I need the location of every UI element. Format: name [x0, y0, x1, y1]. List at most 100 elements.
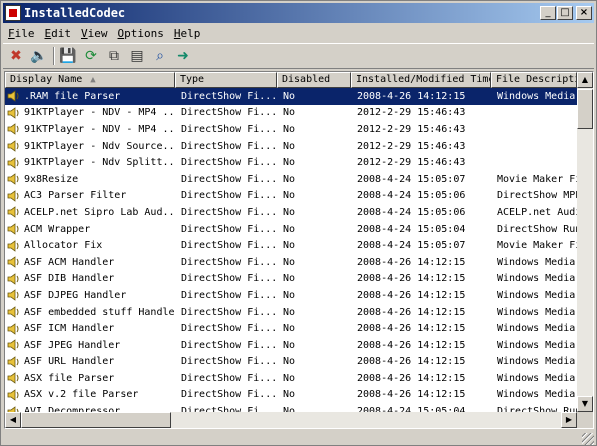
codec-list[interactable]: Display Name ▲ Type Disabled Installed/Modif… — [4, 71, 594, 429]
exit-icon[interactable]: ➜ — [173, 46, 193, 66]
menu-file[interactable]: File — [3, 27, 40, 40]
minimize-button[interactable]: _ — [540, 6, 556, 20]
table-row[interactable]: ASF DIB Handler DirectShow Fi... No 2008-4-… — [5, 271, 577, 288]
resize-grip-icon[interactable] — [582, 433, 594, 445]
table-row[interactable]: 91KTPlayer - NDV - MP4 ... DirectShow Fi.… — [5, 105, 577, 122]
disabled-cell: No — [283, 190, 296, 202]
table-row[interactable]: 9x8Resize DirectShow Fi... No 2008-4-24 15:… — [5, 171, 577, 188]
codec-name: ASX v.2 file Parser — [24, 389, 139, 401]
table-row[interactable]: 91KTPlayer - NDV - MP4 ... DirectShow Fi.… — [5, 121, 577, 138]
disabled-cell: No — [283, 123, 296, 135]
column-header-installed-modified-time[interactable]: Installed/Modified Time — [351, 72, 491, 88]
speaker-icon — [7, 272, 21, 286]
table-row[interactable]: AC3 Parser Filter DirectShow Fi... No 2008-… — [5, 188, 577, 205]
menu-edit[interactable]: Edit — [40, 27, 77, 40]
scroll-right-icon[interactable]: ▶ — [561, 412, 577, 428]
type-cell: DirectShow Fi... — [181, 157, 277, 169]
menu-view[interactable]: View — [76, 27, 113, 40]
column-header-disabled[interactable]: Disabled — [277, 72, 351, 88]
disabled-cell: No — [283, 256, 296, 268]
installed-time-cell: 2008-4-26 14:12:15 — [357, 356, 466, 368]
speaker-icon — [7, 239, 21, 253]
table-row[interactable]: ASF ACM Handler DirectShow Fi... No 2008-4-… — [5, 254, 577, 271]
table-row[interactable]: ASX file Parser DirectShow Fi... No 2008-4-… — [5, 370, 577, 387]
display-name-cell: ASF URL Handler — [5, 355, 175, 369]
table-row[interactable]: 91KTPlayer - Ndv Splitt... DirectShow Fi.… — [5, 154, 577, 171]
codec-name: 91KTPlayer - Ndv Splitt... — [24, 157, 175, 169]
scroll-left-icon[interactable]: ◀ — [5, 412, 21, 428]
table-row[interactable]: ACM Wrapper DirectShow Fi... No 2008-4-24 1… — [5, 221, 577, 238]
speaker-icon — [7, 255, 21, 269]
type-cell: DirectShow Fi... — [181, 173, 277, 185]
codec-name: ASX file Parser — [24, 372, 115, 384]
maximize-button[interactable]: □ — [557, 6, 573, 20]
display-name-cell: ASF embedded stuff Handler — [5, 305, 175, 319]
column-header-file-descriptio[interactable]: File Descriptio — [491, 72, 577, 88]
scroll-up-icon[interactable]: ▲ — [577, 72, 593, 88]
display-name-cell: ASF ICM Handler — [5, 322, 175, 336]
properties-icon[interactable]: ▤ — [127, 46, 147, 66]
toolbar-separator — [53, 47, 55, 65]
type-cell: DirectShow Fi... — [181, 206, 277, 218]
table-row[interactable]: ASF DJPEG Handler DirectShow Fi... No 2008-… — [5, 287, 577, 304]
horizontal-scrollbar[interactable]: ◀ ▶ — [5, 412, 577, 428]
table-row[interactable]: ASF URL Handler DirectShow Fi... No 2008-4-… — [5, 354, 577, 371]
menu-label-rest: dit — [51, 26, 71, 40]
table-row[interactable]: ASF embedded stuff Handler DirectShow Fi.… — [5, 304, 577, 321]
speaker-icon — [7, 89, 21, 103]
speaker-icon — [7, 122, 21, 136]
codec-name: ASF ICM Handler — [24, 323, 115, 335]
table-row[interactable]: 91KTPlayer - Ndv Source... DirectShow Fi.… — [5, 138, 577, 155]
display-name-cell: AC3 Parser Filter — [5, 189, 175, 203]
codec-name: 91KTPlayer - NDV - MP4 ... — [24, 123, 175, 135]
speaker-icon — [7, 322, 21, 336]
type-cell: DirectShow Fi... — [181, 323, 277, 335]
type-cell: DirectShow Fi... — [181, 123, 277, 135]
table-row[interactable]: Allocator Fix DirectShow Fi... No 2008-4-24… — [5, 237, 577, 254]
html-report-icon[interactable]: ⌕ — [150, 46, 170, 66]
codec-name: 91KTPlayer - NDV - MP4 ... — [24, 107, 175, 119]
speaker-icon — [7, 172, 21, 186]
speaker-icon — [7, 371, 21, 385]
enable-icon[interactable]: 🔈 — [29, 46, 49, 66]
table-row[interactable]: ASF ICM Handler DirectShow Fi... No 2008-4-… — [5, 320, 577, 337]
copy-icon[interactable]: ⧉ — [104, 46, 124, 66]
disabled-cell: No — [283, 323, 296, 335]
display-name-cell: 9x8Resize — [5, 172, 175, 186]
column-header-type[interactable]: Type — [175, 72, 277, 88]
codec-name: ACM Wrapper — [24, 223, 91, 235]
speaker-icon — [7, 139, 21, 153]
speaker-icon — [7, 106, 21, 120]
disable-icon[interactable]: ✖ — [6, 46, 26, 66]
type-cell: DirectShow Fi... — [181, 90, 277, 102]
disabled-cell: No — [283, 157, 296, 169]
column-header-display-name[interactable]: Display Name ▲ — [5, 72, 175, 88]
menu-options[interactable]: Options — [113, 27, 169, 40]
table-row[interactable]: ASF JPEG Handler DirectShow Fi... No 2008-4… — [5, 337, 577, 354]
app-icon — [5, 5, 21, 21]
file-description-cell: ACELP.net Audic — [497, 206, 577, 218]
save-icon[interactable]: 💾 — [58, 46, 78, 66]
close-button[interactable]: × — [576, 6, 592, 20]
speaker-icon — [7, 338, 21, 352]
file-description-cell: Windows Media P — [497, 273, 577, 285]
table-row[interactable]: ASX v.2 file Parser DirectShow Fi... No 200… — [5, 387, 577, 404]
table-row[interactable]: .RAM file Parser DirectShow Fi... No 2008-4… — [5, 88, 577, 105]
scroll-down-icon[interactable]: ▼ — [577, 396, 593, 412]
horizontal-scroll-thumb[interactable] — [21, 412, 171, 428]
installed-time-cell: 2008-4-26 14:12:15 — [357, 273, 466, 285]
speaker-icon — [7, 355, 21, 369]
vertical-scrollbar[interactable]: ▲ ▼ — [577, 72, 593, 412]
menu-label-rest: ile — [14, 26, 35, 40]
refresh-icon[interactable]: ⟳ — [81, 46, 101, 66]
sort-ascending-icon: ▲ — [90, 75, 96, 85]
codec-name: ASF DIB Handler — [24, 273, 115, 285]
speaker-icon — [7, 222, 21, 236]
menu-help[interactable]: Help — [169, 27, 206, 40]
vertical-scroll-thumb[interactable] — [577, 89, 593, 129]
menu-label-rest: iew — [87, 26, 108, 40]
list-rows: .RAM file Parser DirectShow Fi... No 2008-4… — [5, 88, 577, 428]
title-bar[interactable]: InstalledCodec _ □ × — [3, 3, 594, 23]
type-cell: DirectShow Fi... — [181, 190, 277, 202]
table-row[interactable]: ACELP.net Sipro Lab Aud... DirectShow Fi.… — [5, 204, 577, 221]
